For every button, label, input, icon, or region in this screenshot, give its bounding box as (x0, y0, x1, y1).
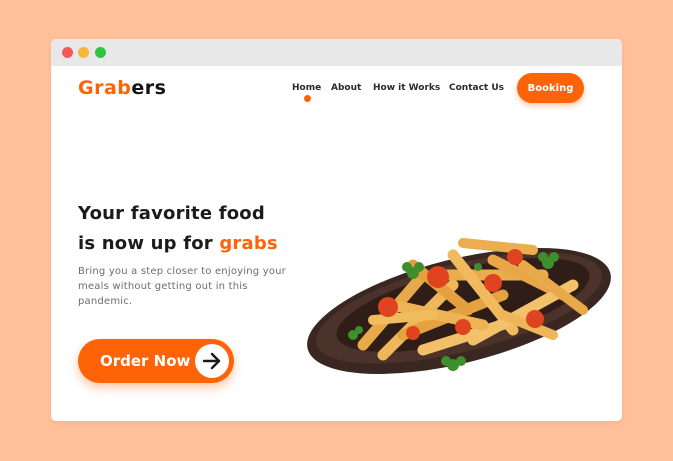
browser-window: Grabers Home About How it Works Contact … (51, 39, 622, 421)
order-now-button[interactable]: Order Now (78, 339, 234, 383)
logo-accent-text: Grab (78, 77, 132, 99)
nav-about-link[interactable]: About (331, 83, 361, 93)
hero-headline: Your favorite food is now up for grabs (78, 199, 278, 259)
booking-button[interactable]: Booking (517, 73, 584, 103)
headline-line-1: Your favorite food (78, 203, 265, 224)
hero-subtext: Bring you a step closer to enjoying your… (78, 266, 286, 307)
maximize-window-button[interactable] (95, 47, 106, 58)
headline-accent-word: grabs (219, 233, 278, 254)
pasta-dish-image (307, 238, 611, 375)
minimize-window-button[interactable] (78, 47, 89, 58)
brand-logo[interactable]: Grabers (78, 77, 166, 99)
close-window-button[interactable] (62, 47, 73, 58)
logo-text: ers (131, 77, 167, 99)
nav-active-indicator (304, 95, 311, 102)
window-titlebar (51, 39, 622, 66)
order-now-label: Order Now (100, 352, 191, 370)
nav-contact-link[interactable]: Contact Us (449, 83, 504, 93)
arrow-right-icon (195, 344, 229, 378)
nav-how-it-works-link[interactable]: How it Works (373, 83, 440, 93)
headline-line-2-prefix: is now up for (78, 233, 220, 254)
nav-home-link[interactable]: Home (292, 83, 321, 93)
